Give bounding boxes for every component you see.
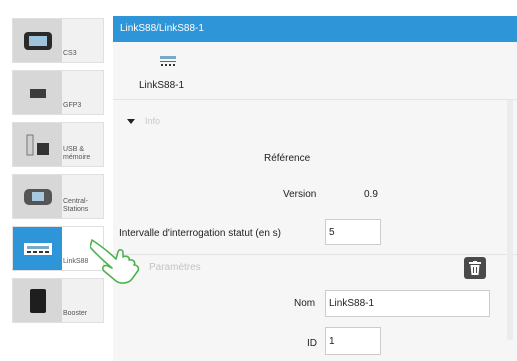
version-value: 0.9 [364, 189, 378, 200]
delete-button[interactable] [464, 257, 486, 279]
sidebar-item-label: USB & mémoire [63, 146, 91, 161]
info-section-toggle[interactable]: Info [127, 116, 160, 126]
info-section-label: Info [145, 116, 161, 126]
sidebar-item-label: CS3 [63, 50, 77, 57]
name-label: Nom [294, 298, 316, 309]
links88-module-icon [13, 227, 62, 270]
version-label: Version [283, 189, 317, 200]
usb-memory-icon [13, 123, 62, 166]
links88-module-icon [160, 54, 176, 72]
sidebar-item-usb-memoire[interactable]: USB & mémoire [12, 122, 104, 167]
sidebar-item-label: GFP3 [63, 102, 82, 109]
divider [113, 254, 517, 255]
sidebar-item-label: LinkS88 [63, 258, 89, 265]
sidebar-item-label: Central-Stations [63, 198, 89, 213]
sidebar-item-label: Booster [63, 310, 88, 317]
sidebar-item-cs3[interactable]: CS3 [12, 18, 104, 63]
id-label: ID [307, 338, 317, 349]
poll-interval-input[interactable] [325, 219, 381, 245]
central-station-icon [13, 175, 62, 218]
divider [113, 99, 517, 100]
gfp3-card-icon [13, 71, 62, 114]
cs3-device-icon [13, 19, 62, 62]
poll-interval-label: Intervalle d'interrogation statut (en s) [119, 228, 281, 239]
breadcrumb: LinkS88/LinkS88-1 [113, 16, 517, 42]
reference-label: Référence [264, 153, 311, 164]
top-strip [0, 0, 517, 16]
detail-panel: LinkS88/LinkS88-1 LinkS88-1 Info Référen… [113, 16, 517, 361]
name-input[interactable] [325, 290, 490, 317]
trash-icon [469, 261, 481, 275]
booster-icon [13, 279, 62, 322]
sidebar-item-central-stations[interactable]: Central-Stations [12, 174, 104, 219]
triangle-down-icon [127, 119, 135, 125]
params-section-toggle[interactable]: Paramètres [149, 262, 201, 273]
id-input[interactable] [325, 327, 381, 355]
sidebar-item-gfp3[interactable]: GFP3 [12, 70, 104, 115]
scrollbar[interactable] [507, 100, 513, 340]
pointing-hand-icon [89, 237, 142, 290]
module-name: LinkS88-1 [139, 80, 185, 91]
